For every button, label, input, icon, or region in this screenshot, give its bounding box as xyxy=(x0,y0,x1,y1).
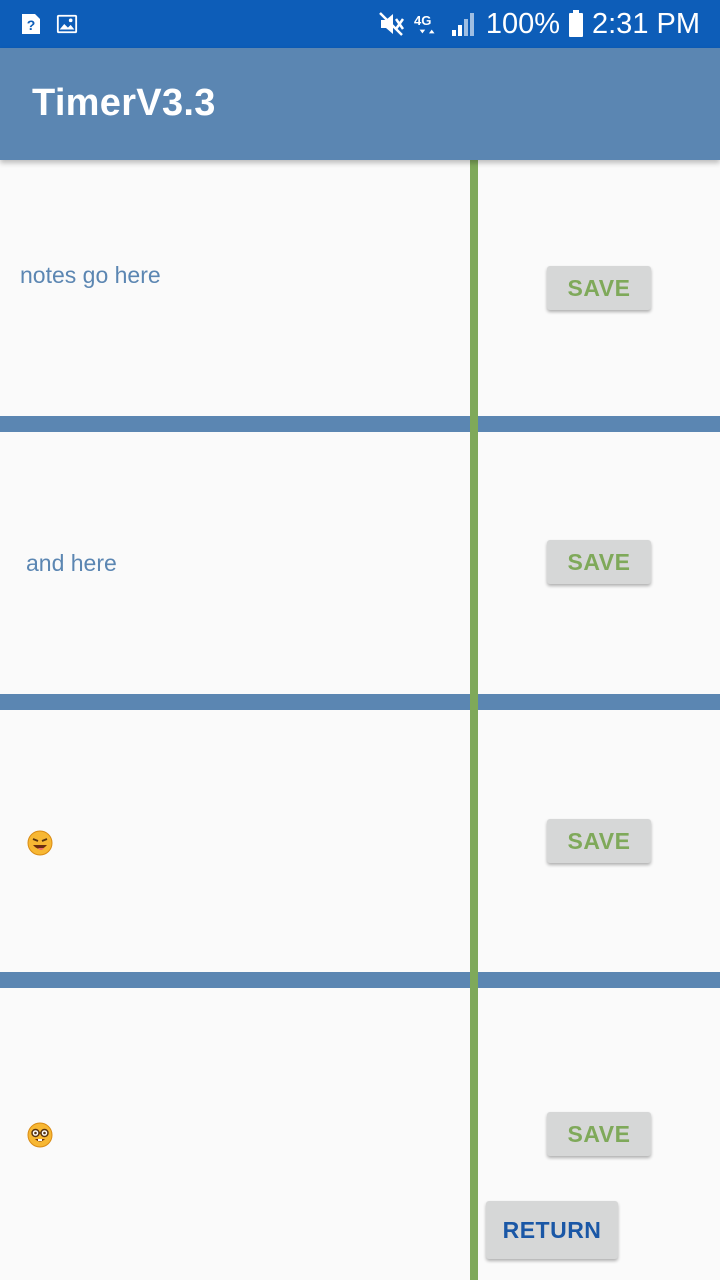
app-bar: TimerV3.3 xyxy=(0,48,720,160)
nerd-face-emoji[interactable] xyxy=(27,1122,53,1148)
vertical-divider xyxy=(470,160,478,1280)
winking-tongue-emoji[interactable] xyxy=(27,830,53,856)
mute-icon xyxy=(378,12,404,36)
clock: 2:31 PM xyxy=(592,8,700,40)
status-bar-right: 4G 100% 2:31 PM xyxy=(378,6,700,42)
note-field-1[interactable]: notes go here xyxy=(20,262,161,289)
row-separator-1 xyxy=(0,416,720,432)
notes-content: notes go here SAVE and here SAVE SAVE SA… xyxy=(0,160,720,1280)
image-notification-icon xyxy=(56,14,78,34)
return-button[interactable]: RETURN xyxy=(486,1201,618,1259)
row-separator-3 xyxy=(0,972,720,988)
battery-icon xyxy=(569,10,583,37)
save-button-1[interactable]: SAVE xyxy=(547,266,651,310)
battery-percent: 100% xyxy=(485,8,560,40)
svg-text:?: ? xyxy=(27,17,36,33)
save-button-4[interactable]: SAVE xyxy=(547,1112,651,1156)
row-separator-2 xyxy=(0,694,720,710)
status-bar: ? 4G 100% 2:31 PM xyxy=(0,0,720,48)
signal-icon xyxy=(451,13,474,36)
save-button-3[interactable]: SAVE xyxy=(547,819,651,863)
svg-text:4G: 4G xyxy=(414,13,431,28)
save-button-2[interactable]: SAVE xyxy=(547,540,651,584)
help-notification-icon: ? xyxy=(22,14,40,34)
note-field-2[interactable]: and here xyxy=(26,550,117,577)
app-title: TimerV3.3 xyxy=(32,82,216,124)
status-bar-left: ? xyxy=(20,12,78,36)
4g-lte-icon: 4G xyxy=(414,13,435,34)
